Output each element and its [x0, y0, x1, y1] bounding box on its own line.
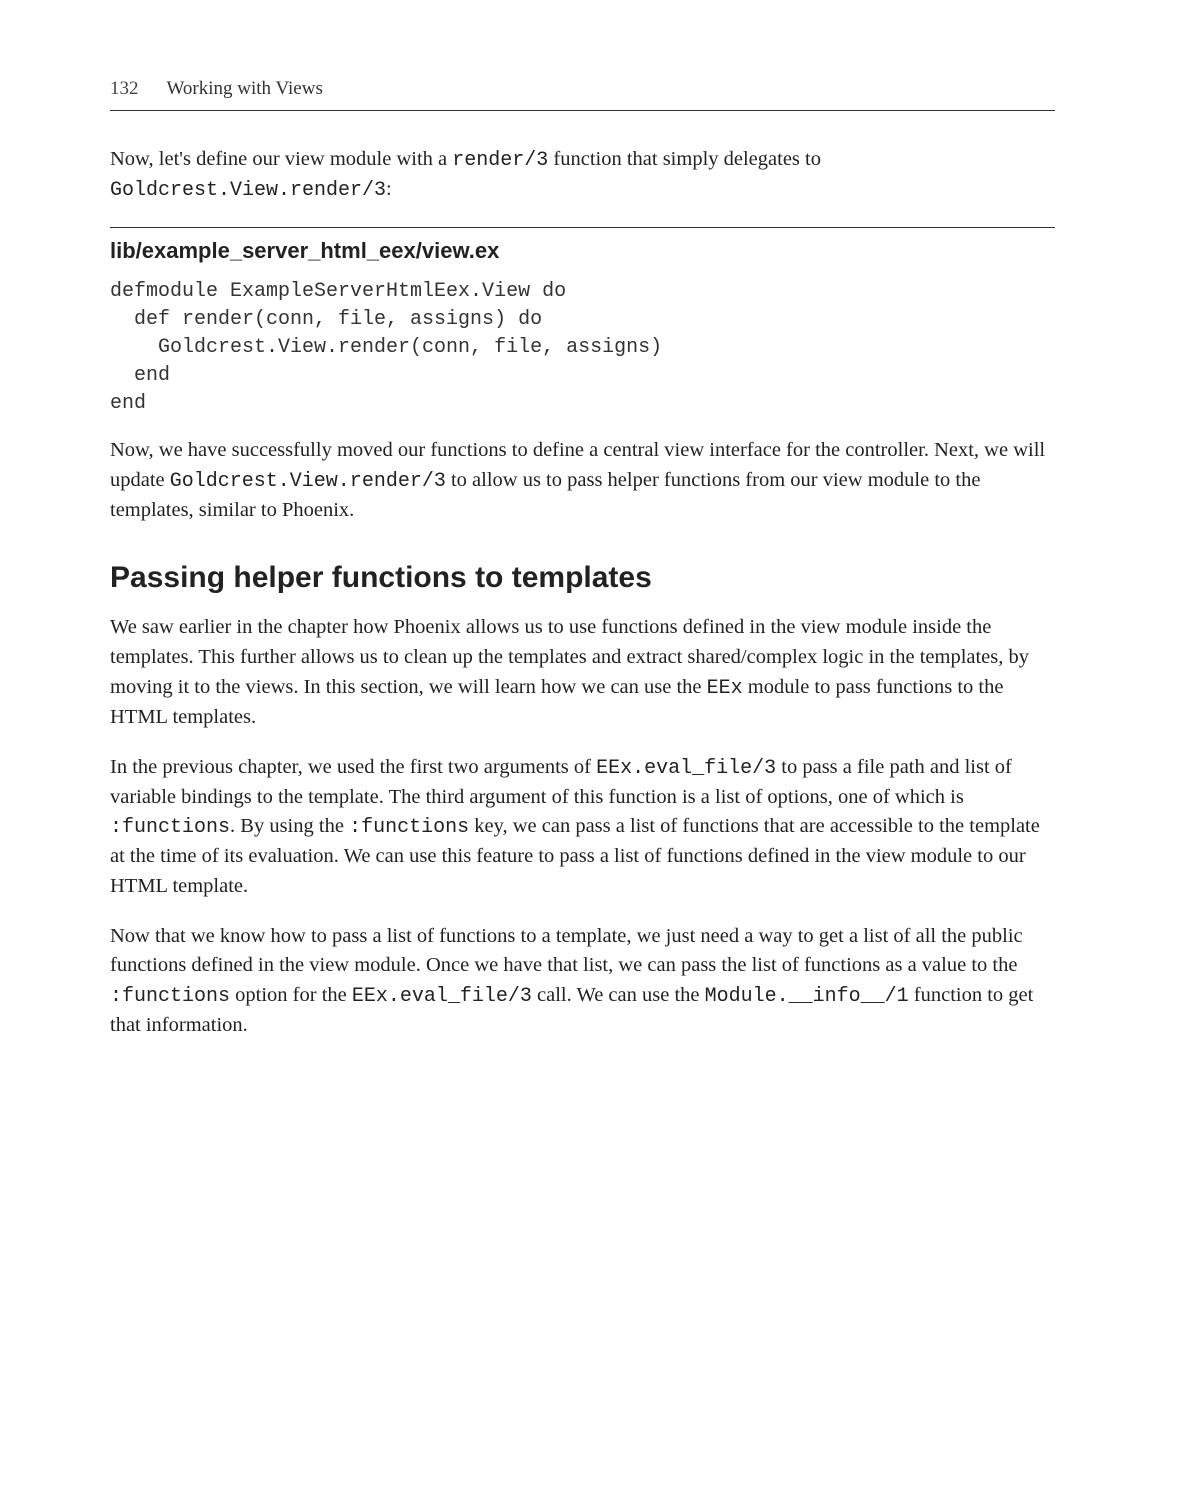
- inline-code: Goldcrest.View.render/3: [170, 470, 446, 493]
- running-head: 132 Working with Views: [110, 78, 1055, 111]
- inline-code: :functions: [110, 816, 230, 839]
- text: . By using the: [230, 815, 349, 837]
- page-content: 132 Working with Views Now, let's define…: [0, 0, 1203, 1121]
- inline-code: :functions: [349, 816, 469, 839]
- inline-code: EEx: [707, 677, 743, 700]
- text: In the previous chapter, we used the fir…: [110, 756, 596, 778]
- inline-code: EEx.eval_file/3: [596, 757, 776, 780]
- paragraph: Now that we know how to pass a list of f…: [110, 922, 1055, 1041]
- inline-code: EEx.eval_file/3: [352, 985, 532, 1008]
- section-heading: Passing helper functions to templates: [110, 561, 1055, 595]
- inline-code: Module.__info__/1: [705, 985, 909, 1008]
- inline-code: render/3: [452, 149, 548, 172]
- text: Now that we know how to pass a list of f…: [110, 925, 1023, 977]
- text: function that simply delegates to: [548, 148, 821, 170]
- code-block: defmodule ExampleServerHtmlEex.View do d…: [110, 278, 1055, 418]
- code-file-heading: lib/example_server_html_eex/view.ex: [110, 227, 1055, 264]
- chapter-title: Working with Views: [167, 78, 323, 100]
- paragraph: Now, we have successfully moved our func…: [110, 436, 1055, 525]
- inline-code: Goldcrest.View.render/3: [110, 179, 386, 202]
- inline-code: :functions: [110, 985, 230, 1008]
- paragraph: In the previous chapter, we used the fir…: [110, 753, 1055, 902]
- text: option for the: [230, 984, 352, 1006]
- text: :: [386, 178, 392, 200]
- text: call. We can use the: [532, 984, 705, 1006]
- paragraph-intro: Now, let's define our view module with a…: [110, 145, 1055, 205]
- text: Now, let's define our view module with a: [110, 148, 452, 170]
- paragraph: We saw earlier in the chapter how Phoeni…: [110, 613, 1055, 732]
- page-number: 132: [110, 78, 139, 100]
